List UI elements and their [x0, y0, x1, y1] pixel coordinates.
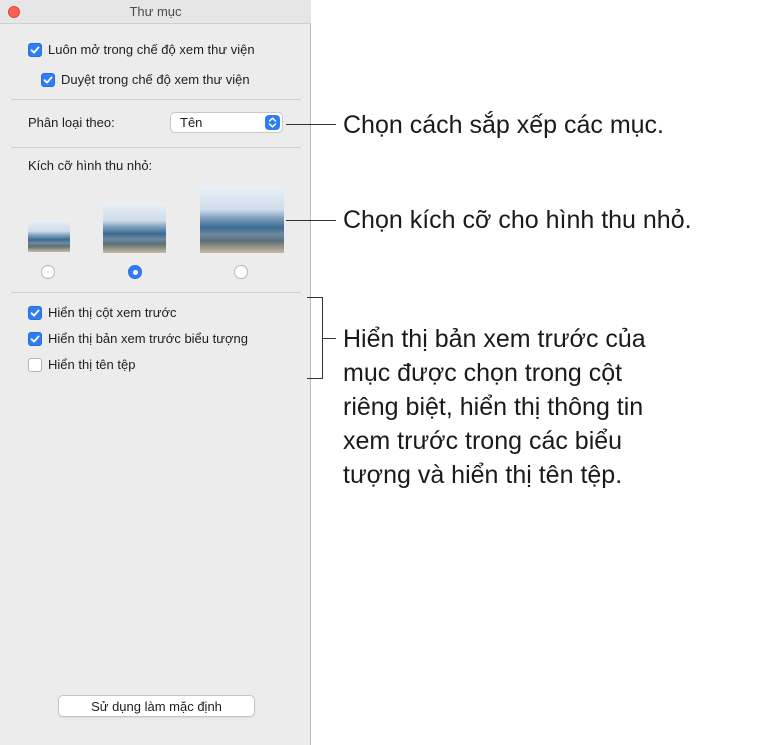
divider	[11, 147, 301, 148]
thumbnail-callout-line	[286, 220, 336, 221]
always-open-library-option[interactable]: Luôn mở trong chế độ xem thư viện	[28, 42, 255, 57]
checkmark-icon	[30, 335, 40, 342]
show-filename-option[interactable]: Hiển thị tên tệp	[28, 357, 135, 372]
show-filename-label: Hiển thị tên tệp	[48, 357, 136, 372]
window-title: Thư mục	[129, 4, 182, 19]
preview-callout-line-4: xem trước trong các biểu	[343, 427, 623, 455]
show-preview-column-option[interactable]: Hiển thị cột xem trước	[28, 305, 176, 320]
preview-callout: Hiển thị bản xem trước của mục được chọn…	[343, 322, 646, 492]
preview-callout-line	[322, 338, 336, 339]
sort-callout-line	[286, 124, 336, 125]
checkmark-icon	[30, 309, 40, 316]
thumbnail-size-label: Kích cỡ hình thu nhỏ:	[28, 158, 153, 173]
browse-library-option[interactable]: Duyệt trong chế độ xem thư viện	[41, 72, 250, 87]
always-open-library-label: Luôn mở trong chế độ xem thư viện	[48, 42, 255, 57]
sort-by-label-row: Phân loại theo:	[28, 115, 115, 130]
use-as-defaults-button[interactable]: Sử dụng làm mặc định	[58, 695, 255, 717]
sort-by-label: Phân loại theo:	[28, 115, 115, 130]
thumbnail-size-medium-radio[interactable]	[128, 265, 142, 279]
show-preview-column-label: Hiển thị cột xem trước	[48, 305, 177, 320]
show-filename-checkbox[interactable]	[28, 357, 42, 372]
show-preview-column-checkbox[interactable]	[28, 305, 42, 320]
checkmark-icon	[43, 76, 53, 83]
preview-bracket-bottom	[307, 378, 323, 379]
preview-callout-line-5: tượng và hiển thị tên tệp.	[343, 461, 623, 489]
thumbnail-size-large-radio[interactable]	[234, 265, 248, 279]
thumbnail-size-small-radio[interactable]	[41, 265, 55, 279]
preview-callout-line-3: riêng biệt, hiển thị thông tin	[343, 393, 644, 421]
show-icon-preview-label: Hiển thị bản xem trước biểu tượng	[48, 331, 248, 346]
show-icon-preview-option[interactable]: Hiển thị bản xem trước biểu tượng	[28, 331, 248, 346]
browse-library-checkbox[interactable]	[41, 72, 55, 87]
divider	[11, 292, 301, 293]
sort-by-select[interactable]: Tên	[170, 112, 283, 133]
title-bar: Thư mục	[0, 0, 311, 24]
always-open-library-checkbox[interactable]	[28, 42, 42, 57]
divider	[11, 99, 301, 100]
sort-callout: Chọn cách sắp xếp các mục.	[343, 111, 664, 139]
sort-by-value: Tên	[180, 115, 203, 130]
up-down-chevron-icon	[265, 115, 280, 130]
checkmark-icon	[30, 46, 40, 53]
preview-bracket-top	[307, 297, 323, 298]
folder-settings-panel: Thư mục Luôn mở trong chế độ xem thư việ…	[0, 0, 311, 745]
thumbnail-size-callout: Chọn kích cỡ cho hình thu nhỏ.	[343, 206, 692, 234]
medium-thumbnail-image	[103, 203, 166, 253]
browse-library-label: Duyệt trong chế độ xem thư viện	[61, 72, 250, 87]
large-thumbnail-image	[200, 186, 284, 253]
show-icon-preview-checkbox[interactable]	[28, 331, 42, 346]
preview-callout-line-2: mục được chọn trong cột	[343, 359, 623, 387]
thumbnail-size-label-row: Kích cỡ hình thu nhỏ:	[28, 158, 152, 173]
small-thumbnail-image	[28, 220, 70, 252]
preview-callout-line-1: Hiển thị bản xem trước của	[343, 325, 646, 353]
